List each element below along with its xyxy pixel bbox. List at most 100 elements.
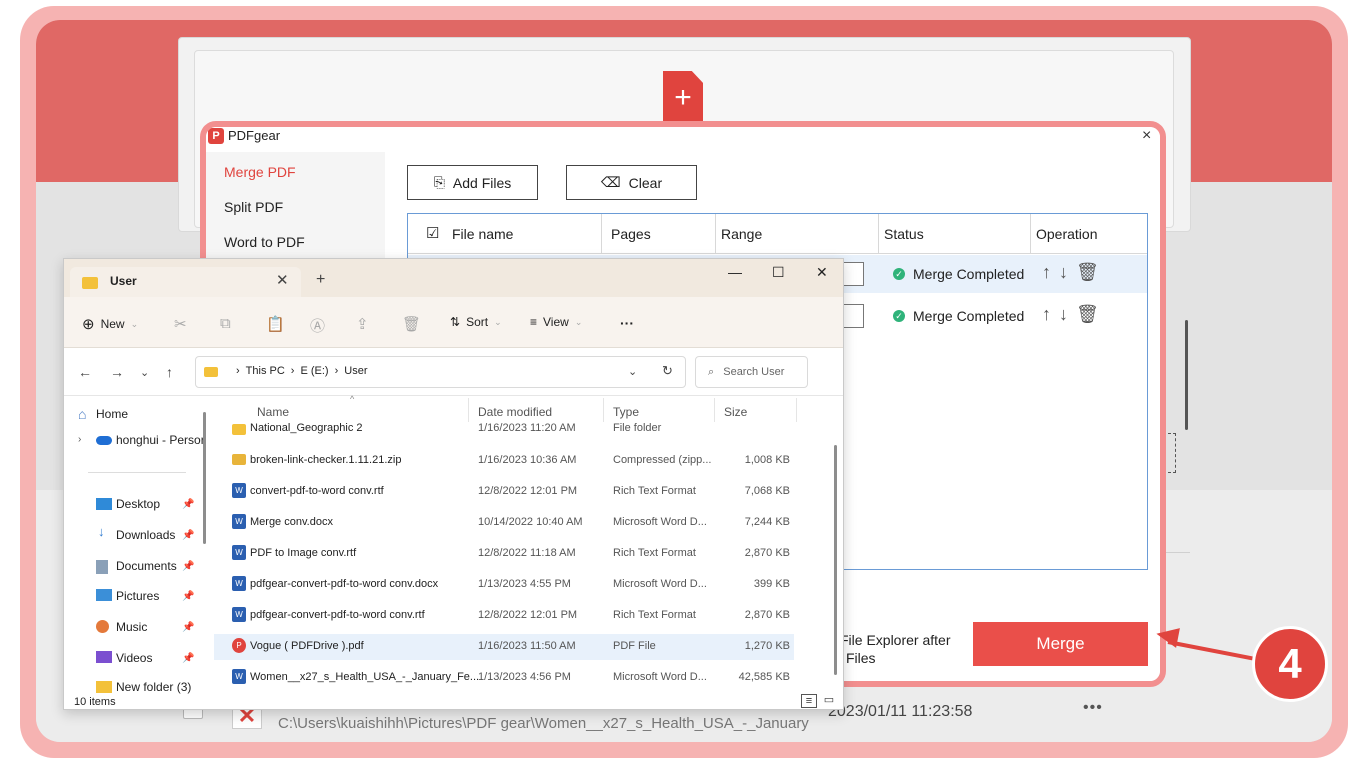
file-row[interactable]: W PDF to Image conv.rtf 12/8/2022 11:18 … — [214, 541, 794, 567]
row-operations[interactable]: ↑↓🗑 — [1042, 262, 1107, 283]
refresh-icon[interactable]: ↻ — [662, 363, 673, 379]
sidebar-item-word-to-pdf[interactable]: Word to PDF — [224, 234, 305, 250]
file-row[interactable]: W Merge conv.docx 10/14/2022 10:40 AM Mi… — [214, 510, 794, 536]
file-row[interactable]: W Women__x27_s_Health_USA_-_January_Fe..… — [214, 665, 794, 691]
file-type: Microsoft Word D... — [613, 516, 707, 528]
delete-icon[interactable]: 🗑 — [1076, 262, 1107, 282]
pin-icon[interactable]: 📌 — [182, 499, 194, 510]
folder-icon — [204, 367, 218, 377]
close-icon[interactable]: ✕ — [816, 264, 828, 281]
new-tab-icon[interactable]: + — [316, 271, 325, 289]
view-button[interactable]: ≡ View ⌄ — [530, 315, 582, 329]
select-all-checkbox[interactable]: ☑ — [426, 224, 439, 242]
merge-button[interactable]: Merge — [973, 622, 1148, 666]
cut-button[interactable]: ✂ — [174, 315, 187, 333]
move-up-icon[interactable]: ↑ — [1042, 262, 1059, 282]
back-icon[interactable]: ← — [78, 364, 92, 380]
nav-item-new-folder[interactable]: New folder (3) — [116, 680, 191, 694]
breadcrumb-drive[interactable]: E (E:) — [300, 365, 328, 377]
sort-label: Sort — [466, 315, 489, 329]
expand-icon[interactable]: › — [78, 434, 81, 445]
column-name[interactable]: Name — [257, 405, 289, 419]
file-size: 1,008 KB — [744, 454, 790, 466]
nav-item-documents[interactable]: Documents — [116, 559, 177, 573]
breadcrumb-separator: › — [334, 365, 339, 377]
file-row[interactable]: broken-link-checker.1.11.21.zip 1/16/202… — [214, 448, 794, 474]
move-down-icon[interactable]: ↓ — [1059, 262, 1076, 282]
file-row-selected[interactable]: P Vogue ( PDFDrive ).pdf 1/16/2023 11:50… — [214, 634, 794, 660]
pin-icon[interactable]: 📌 — [182, 622, 194, 633]
file-row[interactable]: W pdfgear-convert-pdf-to-word conv.docx … — [214, 572, 794, 598]
add-file-icon[interactable]: + — [663, 71, 703, 125]
file-explorer-window: User ✕ + — ☐ ✕ ⊕ New ⌄ ✂ ⧉ 📋 Ⓐ ⇪ 🗑 ⇅ Sor… — [63, 258, 844, 710]
file-row[interactable]: W pdfgear-convert-pdf-to-word conv.rtf 1… — [214, 603, 794, 629]
delete-button[interactable]: 🗑 — [402, 315, 421, 333]
nav-item-pictures[interactable]: Pictures — [116, 589, 159, 603]
share-button[interactable]: ⇪ — [356, 315, 369, 333]
nav-item-downloads[interactable]: Downloads — [116, 528, 175, 542]
column-size[interactable]: Size — [724, 405, 747, 419]
minimize-icon[interactable]: — — [728, 264, 742, 280]
up-icon[interactable]: ↑ — [166, 364, 173, 380]
new-button[interactable]: ⊕ New ⌄ — [82, 315, 138, 333]
row-operations[interactable]: ↑↓🗑 — [1042, 304, 1107, 325]
open-after-option[interactable]: File Explorer after Files — [840, 631, 950, 667]
move-down-icon[interactable]: ↓ — [1059, 304, 1076, 324]
file-row[interactable]: National_Geographic 2 1/16/2023 11:20 AM… — [214, 418, 794, 444]
nav-item-desktop[interactable]: Desktop — [116, 497, 160, 511]
sidebar-item-merge-pdf[interactable]: Merge PDF — [224, 164, 296, 180]
address-bar[interactable]: › This PC › E (E:) › User ⌄ ↻ — [195, 356, 686, 388]
rename-button[interactable]: Ⓐ — [310, 315, 325, 336]
pin-icon[interactable]: 📌 — [182, 530, 194, 541]
chevron-down-icon: ⌄ — [130, 318, 139, 329]
more-options-button[interactable]: ··· — [620, 315, 634, 331]
word-document-icon: W — [232, 514, 246, 529]
forward-icon[interactable]: → — [110, 364, 124, 380]
explorer-tab[interactable]: User ✕ — [70, 267, 301, 297]
add-files-button[interactable]: ⎘ Add Files — [407, 165, 538, 200]
nav-item-home[interactable]: Home — [96, 407, 128, 421]
column-status[interactable]: Status — [884, 226, 924, 242]
sort-button[interactable]: ⇅ Sort ⌄ — [450, 315, 502, 329]
nav-item-videos[interactable]: Videos — [116, 651, 152, 665]
column-type[interactable]: Type — [613, 405, 639, 419]
paste-button[interactable]: 📋 — [266, 315, 285, 333]
copy-button[interactable]: ⧉ — [220, 315, 231, 332]
pin-icon[interactable]: 📌 — [182, 561, 194, 572]
details-view-icon[interactable]: ≡ — [801, 694, 817, 708]
clear-button[interactable]: ⌫ Clear — [566, 165, 697, 200]
file-name: Women__x27_s_Health_USA_-_January_Fe... — [250, 671, 480, 683]
background-scrollbar[interactable] — [1185, 320, 1188, 430]
search-input[interactable]: ⌕ Search User — [695, 356, 808, 388]
column-range[interactable]: Range — [721, 226, 762, 242]
maximize-icon[interactable]: ☐ — [772, 264, 785, 281]
file-type: Rich Text Format — [613, 547, 696, 559]
chevron-down-icon[interactable]: ⌄ — [628, 365, 637, 378]
nav-item-onedrive[interactable]: honghui - Persor — [116, 433, 206, 447]
column-file-name[interactable]: File name — [452, 226, 513, 242]
download-icon: ↓ — [98, 524, 105, 539]
sidebar-item-split-pdf[interactable]: Split PDF — [224, 199, 283, 215]
column-operation[interactable]: Operation — [1036, 226, 1097, 242]
tiles-view-icon[interactable]: ▭ — [821, 694, 837, 708]
nav-item-music[interactable]: Music — [116, 620, 147, 634]
tab-label: User — [110, 274, 137, 288]
close-tab-icon[interactable]: ✕ — [276, 271, 289, 289]
close-icon[interactable]: × — [1142, 127, 1151, 145]
delete-icon[interactable]: 🗑 — [1076, 304, 1107, 324]
column-divider — [1030, 214, 1031, 254]
folder-icon — [82, 277, 98, 289]
file-date: 1/13/2023 4:55 PM — [478, 578, 571, 590]
breadcrumb-this-pc[interactable]: This PC — [246, 365, 285, 377]
pin-icon[interactable]: 📌 — [182, 653, 194, 664]
pin-icon[interactable]: 📌 — [182, 591, 194, 602]
recent-locations-icon[interactable]: ⌄ — [140, 366, 149, 379]
column-pages[interactable]: Pages — [611, 226, 651, 242]
file-list-scrollbar[interactable] — [834, 445, 837, 675]
column-date-modified[interactable]: Date modified — [478, 405, 552, 419]
file-row[interactable]: W convert-pdf-to-word conv.rtf 12/8/2022… — [214, 479, 794, 505]
nav-scrollbar[interactable] — [203, 412, 206, 544]
breadcrumb-user[interactable]: User — [344, 365, 367, 377]
move-up-icon[interactable]: ↑ — [1042, 304, 1059, 324]
more-icon[interactable]: ••• — [1083, 699, 1103, 717]
